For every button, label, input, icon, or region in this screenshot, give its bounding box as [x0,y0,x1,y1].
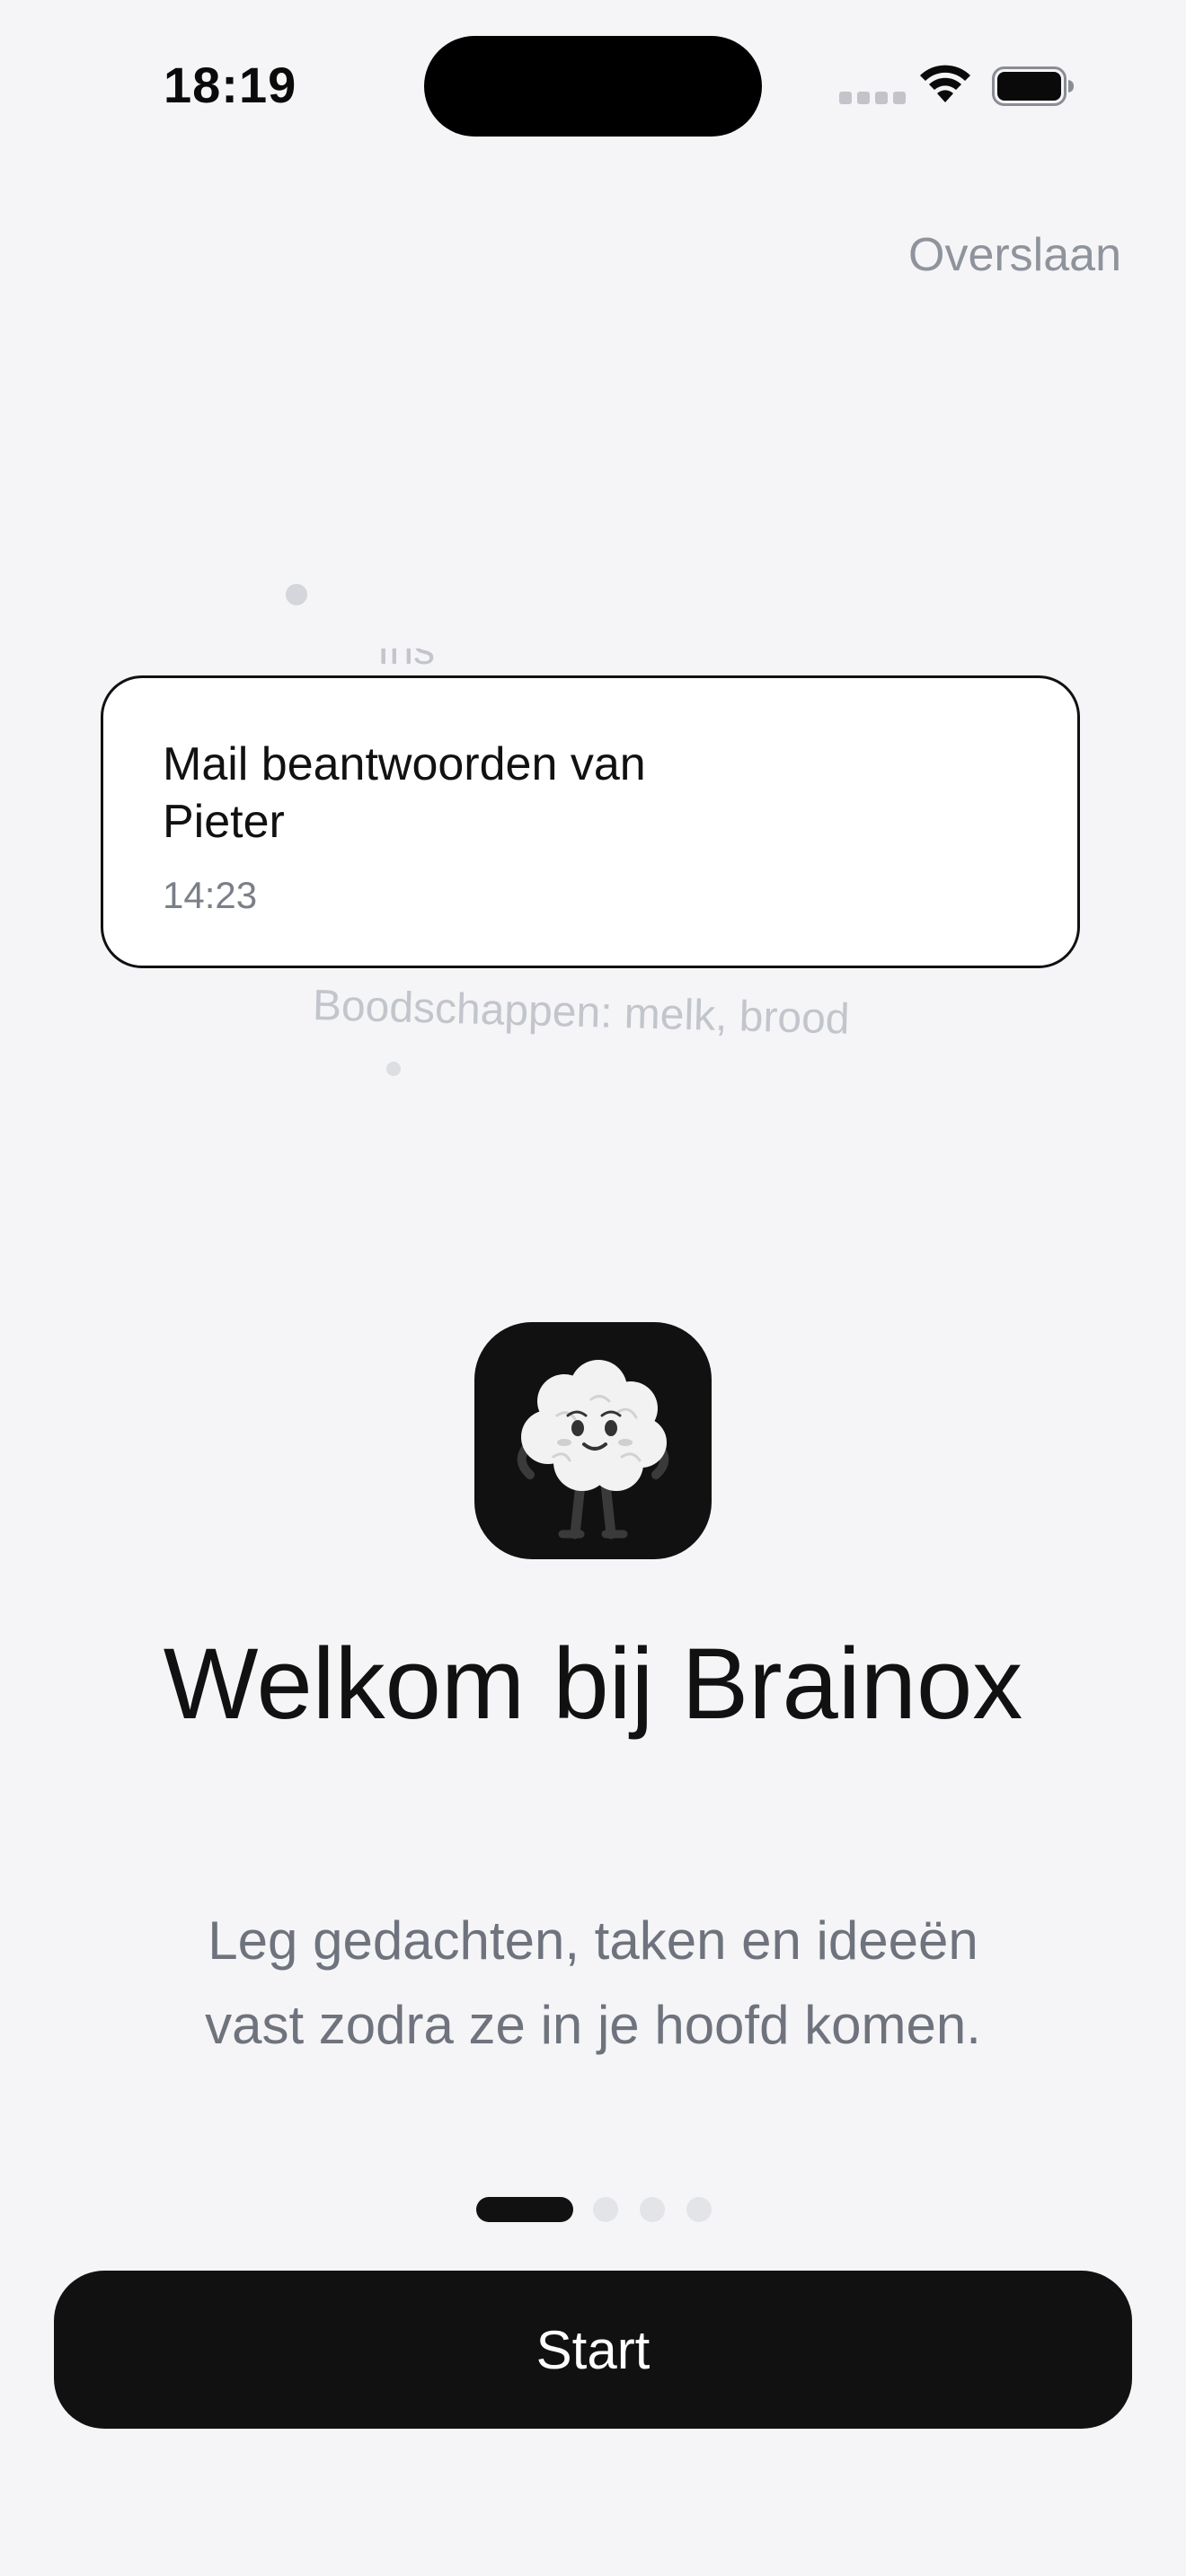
cellular-signal-icon [839,92,911,109]
start-button[interactable]: Start [54,2271,1132,2429]
welcome-subtitle: Leg gedachten, taken en ideeën vast zodr… [205,1910,981,2055]
wifi-icon [918,63,972,109]
skip-button[interactable]: Overslaan [908,228,1121,282]
page-dot[interactable] [686,2197,712,2222]
faded-note-below: Boodschappen: melk, brood [312,982,851,1044]
page-dot[interactable] [640,2197,665,2222]
note-time: 14:23 [163,874,258,916]
decorative-dot [286,584,307,605]
brain-mascot-icon [474,1322,712,1559]
page-dot[interactable] [593,2197,618,2222]
status-time: 18:19 [164,57,297,113]
dynamic-island [424,36,762,137]
faded-note-above: Ins [377,648,436,674]
note-card: Mail beantwoorden van Pieter 14:23 [101,675,1080,968]
battery-icon [992,66,1075,110]
welcome-title: Welkom bij Brainox [163,1628,1023,1740]
page-dot-active [476,2197,573,2222]
decorative-dot [386,1062,401,1076]
note-title: Mail beantwoorden van Pieter [163,738,646,848]
